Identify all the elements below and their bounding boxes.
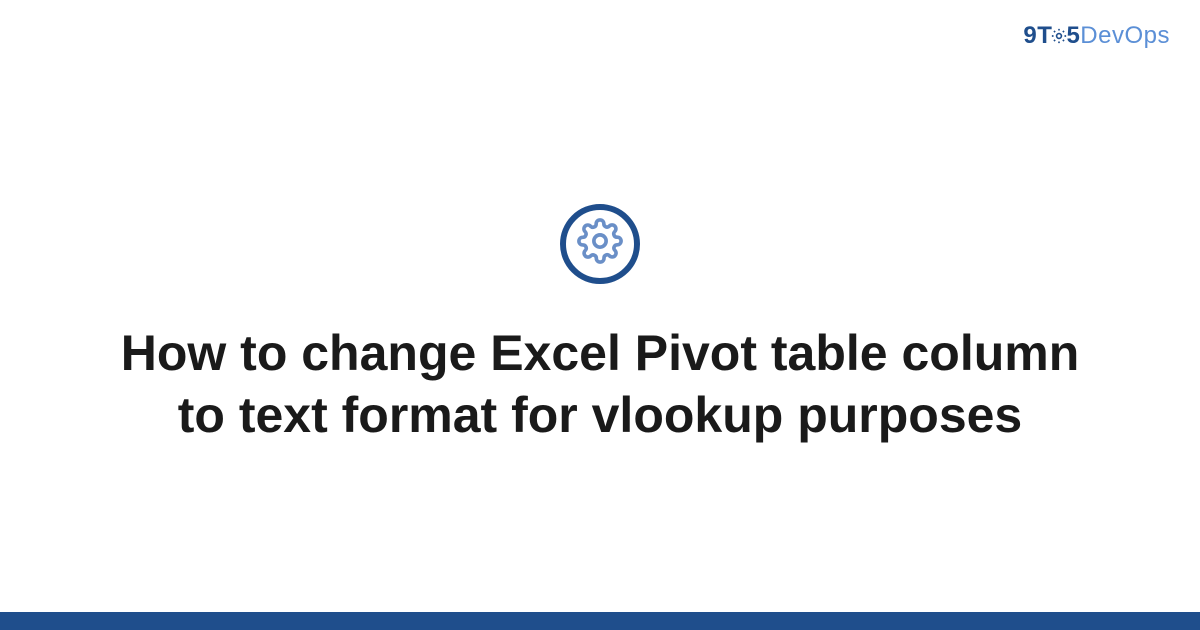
page-title: How to change Excel Pivot table column t… [110, 322, 1090, 447]
gear-badge [560, 204, 640, 284]
footer-bar [0, 612, 1200, 630]
gear-icon [577, 218, 623, 269]
main-content: How to change Excel Pivot table column t… [0, 0, 1200, 630]
